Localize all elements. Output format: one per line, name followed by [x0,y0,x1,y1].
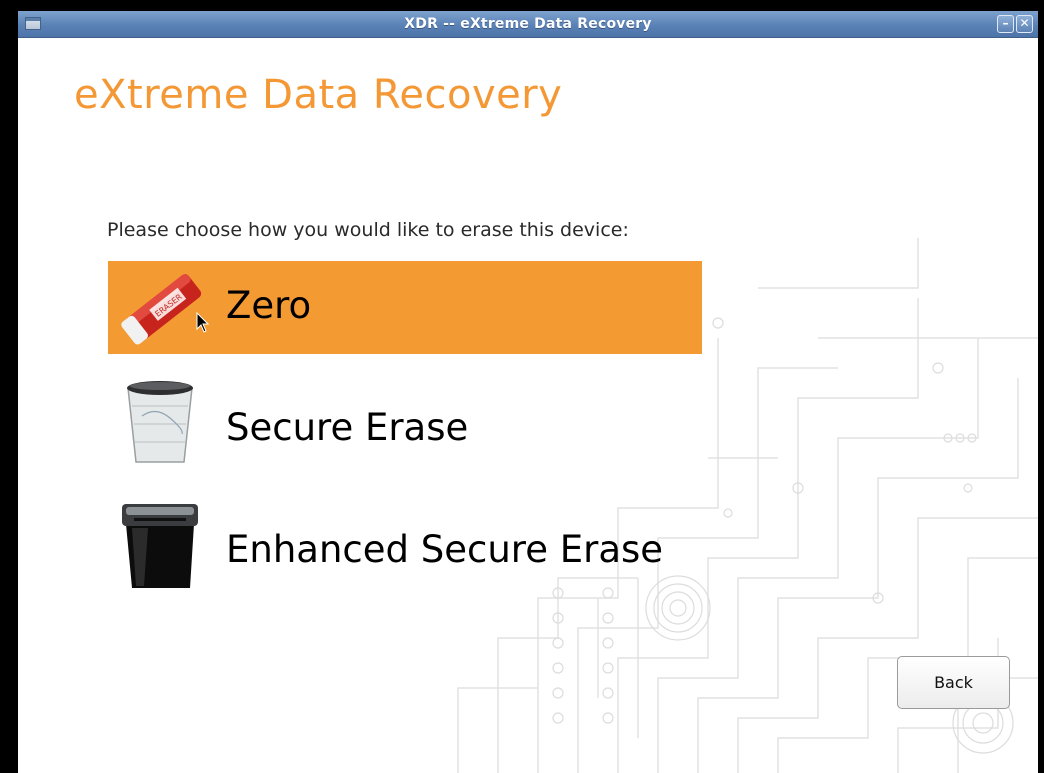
app-heading: eXtreme Data Recovery [74,72,563,118]
option-enhanced-secure-erase[interactable]: Enhanced Secure Erase [108,498,702,591]
option-label: Enhanced Secure Erase [226,528,664,571]
option-secure-erase[interactable]: Secure Erase [108,376,702,469]
window-title: XDR -- eXtreme Data Recovery [404,16,652,32]
window-titlebar[interactable]: XDR -- eXtreme Data Recovery – ✕ [18,11,1038,38]
option-label: Secure Erase [226,406,469,449]
app-window: XDR -- eXtreme Data Recovery – ✕ eXtreme… [0,0,1044,773]
erase-prompt: Please choose how you would like to eras… [107,219,629,241]
mouse-cursor-icon [196,312,210,333]
eraser-icon: ERASER [121,273,202,345]
paper-shredder-icon [122,504,198,588]
option-label: Zero [226,284,312,327]
main-content: eXtreme Data Recovery Please choose how … [18,38,1038,773]
wastebasket-icon [127,381,193,463]
back-button[interactable]: Back [897,656,1010,709]
minimize-button[interactable]: – [997,15,1014,33]
option-zero[interactable]: ERASER Zero [108,261,702,354]
close-button[interactable]: ✕ [1016,15,1033,33]
